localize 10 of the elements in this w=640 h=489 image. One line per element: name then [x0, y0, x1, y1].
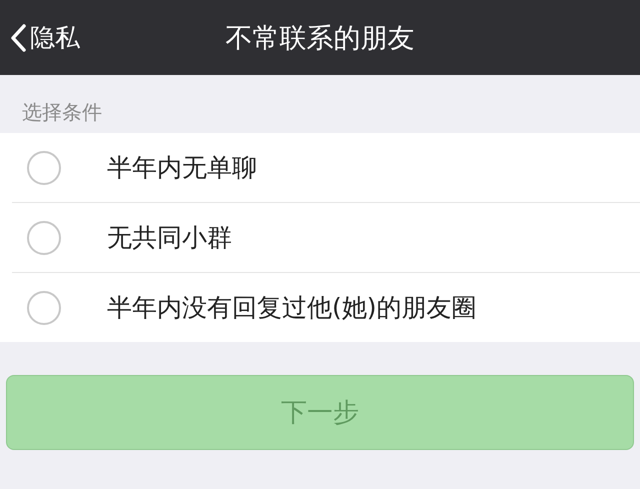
section-label: 选择条件 — [22, 100, 102, 124]
radio-button[interactable] — [27, 220, 61, 254]
back-button[interactable]: 隐私 — [10, 16, 80, 60]
option-label[interactable]: 无共同小群 — [107, 221, 232, 254]
back-icon — [10, 24, 26, 52]
radio-button[interactable] — [27, 290, 61, 324]
option-label[interactable]: 半年内无单聊 — [107, 151, 257, 184]
radio-button[interactable] — [27, 150, 61, 184]
page-title: 不常联系的朋友 — [226, 22, 414, 56]
option-label[interactable]: 半年内没有回复过他(她)的朋友圈 — [107, 291, 477, 324]
